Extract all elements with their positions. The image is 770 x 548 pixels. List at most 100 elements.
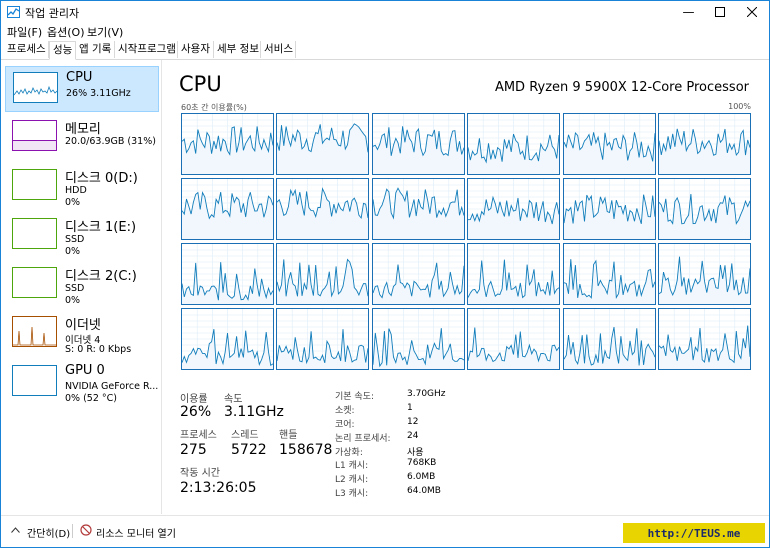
logical-processor-graph <box>276 113 370 175</box>
tab-services[interactable]: 서비스 <box>261 41 296 58</box>
uptime-value: 2:13:26:05 <box>180 480 257 496</box>
disk2-thumbnail-graph <box>12 267 57 298</box>
processor-usage-chart <box>468 244 560 304</box>
sidebar-item-sub2: 0% <box>65 197 81 208</box>
sidebar-item-disk1[interactable]: 디스크 1(E:) SSD 0% <box>5 213 159 259</box>
logical-processor-grid <box>181 113 751 370</box>
processor-usage-chart <box>277 309 369 369</box>
processor-usage-chart <box>468 179 560 239</box>
logical-processor-graph <box>658 308 751 370</box>
ethernet-thumbnail-graph <box>12 316 57 347</box>
processor-usage-chart <box>468 309 560 369</box>
spec-cores-label: 코어: <box>335 420 355 430</box>
logical-processor-graph <box>181 113 274 175</box>
minimize-button[interactable]: — <box>673 1 704 23</box>
sidebar-item-memory[interactable]: 메모리 20.0/63.9GB (31%) <box>5 115 159 161</box>
logical-processor-graph <box>276 243 370 305</box>
graph-max-label: 100% <box>728 102 751 111</box>
speed-label: 속도 <box>224 394 243 405</box>
sidebar-item-sub2: S: 0 R: 0 Kbps <box>65 344 132 355</box>
usage-area <box>277 188 369 239</box>
logical-processor-graph <box>371 113 465 175</box>
task-manager-window: 작업 관리자 — 파일(F) 옵션(O) 보기(V) 프로세스 성능 앱 기록 … <box>0 0 770 548</box>
processor-usage-chart <box>277 114 369 174</box>
maximize-button[interactable] <box>704 1 735 23</box>
tab-app-history[interactable]: 앱 기록 <box>76 41 115 58</box>
logical-processor-graph <box>371 308 465 370</box>
uptime-label: 작동 시간 <box>180 468 220 479</box>
gpu-thumbnail-graph <box>12 365 57 396</box>
spec-l3-value: 64.0MB <box>407 486 441 496</box>
sidebar-item-sub: 26% 3.11GHz <box>66 88 131 99</box>
sidebar-item-title: GPU 0 <box>65 363 105 378</box>
spec-l1-value: 768KB <box>407 458 437 468</box>
sidebar-item-gpu[interactable]: GPU 0 NVIDIA GeForce R... 0% (52 °C) <box>5 360 159 406</box>
tab-processes[interactable]: 프로세스 <box>4 41 49 58</box>
cpu-model-name: AMD Ryzen 9 5900X 12-Core Processor <box>494 80 749 95</box>
chevron-up-icon <box>11 527 20 533</box>
processor-usage-chart <box>277 244 369 304</box>
resource-monitor-link[interactable]: 리소스 모니터 열기 <box>96 525 176 540</box>
tab-users[interactable]: 사용자 <box>178 41 214 58</box>
logical-processor-graph <box>658 178 751 240</box>
tab-performance[interactable]: 성능 <box>49 41 76 60</box>
memory-fill <box>13 141 56 150</box>
processor-usage-chart <box>372 179 464 239</box>
sidebar-item-title: 디스크 1(E:) <box>65 220 137 235</box>
handles-label: 핸들 <box>279 430 298 441</box>
processes-value: 275 <box>180 442 207 458</box>
processor-usage-chart <box>182 114 273 174</box>
logical-processor-graph <box>371 243 465 305</box>
logical-processor-graph <box>562 178 656 240</box>
processor-usage-chart <box>659 114 750 174</box>
spec-logical-value: 24 <box>407 431 419 441</box>
logical-processor-graph <box>562 243 656 305</box>
threads-label: 스레드 <box>231 430 259 441</box>
watermark-badge: http://TEUS.me <box>623 523 765 543</box>
processor-usage-chart <box>182 179 273 239</box>
fewer-details-link[interactable]: 간단히(D) <box>27 525 70 540</box>
spec-base-speed-value: 3.70GHz <box>407 389 446 399</box>
disk1-thumbnail-graph <box>12 218 57 249</box>
processes-label: 프로세스 <box>180 430 217 441</box>
logical-processor-graph <box>467 243 561 305</box>
threads-value: 5722 <box>231 442 267 458</box>
processor-usage-chart <box>563 179 655 239</box>
sidebar-item-title: 메모리 <box>65 122 101 137</box>
menu-bar: 파일(F) 옵션(O) 보기(V) <box>1 23 769 39</box>
logical-processor-graph <box>467 178 561 240</box>
spec-base-speed-label: 기본 속도: <box>335 392 375 402</box>
logical-processor-graph <box>181 243 274 305</box>
logical-processor-graph <box>276 178 370 240</box>
sidebar-item-sub: SSD <box>65 234 85 245</box>
menu-options[interactable]: 옵션(O) <box>47 24 84 40</box>
processor-usage-chart <box>182 309 273 369</box>
memory-thumbnail-graph <box>12 120 57 151</box>
tab-details[interactable]: 세부 정보 <box>214 41 261 58</box>
sidebar-item-ethernet[interactable]: 이더넷 이더넷 4 S: 0 R: 0 Kbps <box>5 311 159 357</box>
logical-processor-graph <box>371 178 465 240</box>
logical-processor-graph <box>467 113 561 175</box>
spec-l2-label: L2 캐시: <box>335 475 369 485</box>
sidebar-item-disk2[interactable]: 디스크 2(C:) SSD 0% <box>5 262 159 308</box>
menu-file[interactable]: 파일(F) <box>7 24 42 40</box>
resource-sidebar: CPU 26% 3.11GHz 메모리 20.0/63.9GB (31%) 디스… <box>1 60 162 514</box>
tab-startup[interactable]: 시작프로그램 <box>115 41 178 58</box>
title-bar[interactable]: 작업 관리자 — <box>1 1 769 23</box>
close-button[interactable] <box>736 1 767 23</box>
resource-monitor-icon <box>80 524 92 536</box>
spec-l1-label: L1 캐시: <box>335 461 369 471</box>
sidebar-item-cpu[interactable]: CPU 26% 3.11GHz <box>5 66 159 112</box>
cpu-detail-panel: CPU AMD Ryzen 9 5900X 12-Core Processor … <box>163 60 767 514</box>
cpu-thumbnail-line <box>13 85 58 96</box>
menu-view[interactable]: 보기(V) <box>87 24 123 40</box>
sidebar-item-disk0[interactable]: 디스크 0(D:) HDD 0% <box>5 164 159 210</box>
logical-processor-graph <box>562 113 656 175</box>
maximize-icon <box>714 7 725 17</box>
graph-caption: 60초 간 이용률(%) <box>181 103 247 112</box>
utilization-value: 26% <box>180 404 212 420</box>
sidebar-item-sub: NVIDIA GeForce R... <box>65 381 159 392</box>
utilization-label: 이용률 <box>180 394 208 405</box>
sidebar-item-sub: HDD <box>65 185 87 196</box>
spec-l2-value: 6.0MB <box>407 472 436 482</box>
